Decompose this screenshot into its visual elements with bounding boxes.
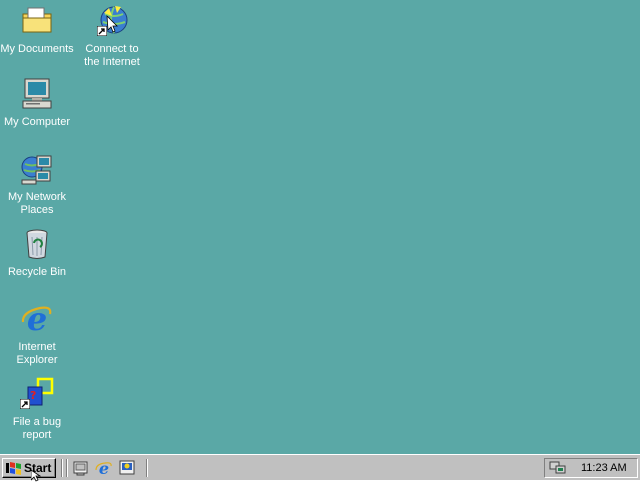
taskbar-separator	[146, 459, 148, 477]
channels-icon[interactable]	[118, 460, 136, 476]
computer-icon	[22, 78, 52, 109]
start-button[interactable]: Start	[2, 458, 56, 478]
desktop-icon-connect-internet[interactable]: Connect to the Internet	[75, 4, 149, 69]
network-status-icon[interactable]	[549, 461, 567, 475]
taskbar-separator	[61, 459, 63, 477]
desktop-icon-network-places[interactable]: My Network Places	[0, 152, 74, 217]
shortcut-arrow-icon	[20, 399, 30, 409]
windows-logo-icon	[6, 462, 21, 475]
desktop-icon-label: Connect to the Internet	[84, 43, 140, 68]
recycle-bin-icon	[26, 229, 48, 259]
desktop-icon-label: My Network Places	[7, 191, 67, 216]
folder-icon	[22, 7, 52, 33]
desktop-icon-label: Recycle Bin	[7, 266, 67, 278]
clock[interactable]: 11:23 AM	[581, 462, 627, 474]
taskbar-separator	[66, 459, 68, 477]
desktop-icon-my-computer[interactable]: My Computer	[0, 77, 74, 129]
desktop: My Documents Connect to the Internet My …	[0, 0, 640, 454]
desktop-icon-label: Internet Explorer	[16, 341, 58, 366]
network-icon	[21, 155, 52, 185]
desktop-icon-recycle-bin[interactable]: Recycle Bin	[0, 227, 74, 279]
shortcut-arrow-icon	[97, 26, 107, 36]
desktop-icon-internet-explorer[interactable]: e Internet Explorer	[0, 302, 74, 367]
show-desktop-icon[interactable]	[72, 460, 90, 476]
desktop-icon-label: My Documents	[0, 43, 74, 55]
desktop-icon-my-documents[interactable]: My Documents	[0, 4, 74, 56]
desktop-icon-label: My Computer	[3, 116, 71, 128]
system-tray: 11:23 AM	[544, 458, 638, 478]
svg-text:?: ?	[30, 389, 36, 402]
taskbar: Start e 11:23 AM	[0, 454, 640, 480]
ie-icon[interactable]: e	[95, 460, 113, 476]
desktop-icon-label: File a bug report	[12, 416, 62, 441]
desktop-icon-file-bug[interactable]: ? File a bug report	[0, 377, 74, 442]
mouse-cursor-icon	[31, 470, 41, 482]
ie-icon: e	[21, 302, 52, 336]
